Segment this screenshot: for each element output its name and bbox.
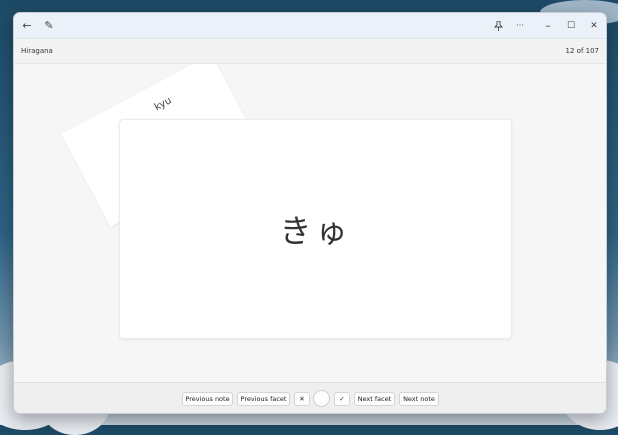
previous-note-button[interactable]: Previous note [182, 392, 233, 406]
card-front-facet[interactable]: きゅ [119, 119, 512, 339]
back-arrow-icon: ← [22, 19, 32, 32]
close-button[interactable]: ✕ [584, 16, 604, 35]
romaji-text: kyu [152, 95, 174, 114]
maximize-button[interactable]: ☐ [561, 16, 581, 35]
minimize-button[interactable]: – [538, 16, 558, 35]
kana-text: きゅ [279, 212, 352, 250]
wrong-button[interactable]: ✕ [294, 392, 310, 406]
deck-name: Hiragana [21, 47, 53, 55]
next-facet-button[interactable]: Next facet [354, 392, 395, 406]
ellipsis-icon: ··· [516, 21, 524, 30]
pin-icon [493, 20, 503, 31]
minimize-icon: – [545, 19, 551, 32]
back-button[interactable]: ← [17, 16, 37, 35]
title-bar: ← ✎ ··· – ☐ ✕ [14, 13, 606, 39]
next-note-button[interactable]: Next note [399, 392, 439, 406]
correct-button[interactable]: ✓ [334, 392, 350, 406]
close-icon: ✕ [590, 20, 598, 31]
previous-facet-button[interactable]: Previous facet [237, 392, 290, 406]
review-controls: Previous note Previous facet ✕ ✓ Next fa… [14, 382, 606, 413]
deck-bar: Hiragana 12 of 107 [14, 39, 606, 64]
reveal-button[interactable] [313, 390, 330, 407]
pin-button[interactable] [488, 16, 508, 35]
card-counter: 12 of 107 [565, 47, 599, 55]
card-stage: kyu きゅ [14, 64, 606, 382]
app-window: ← ✎ ··· – ☐ ✕ Hiragana 12 of 107 kyu きゅ … [13, 12, 607, 414]
edit-button[interactable]: ✎ [39, 16, 59, 35]
pencil-icon: ✎ [44, 19, 54, 32]
more-options-button[interactable]: ··· [510, 16, 530, 35]
maximize-icon: ☐ [566, 20, 576, 31]
